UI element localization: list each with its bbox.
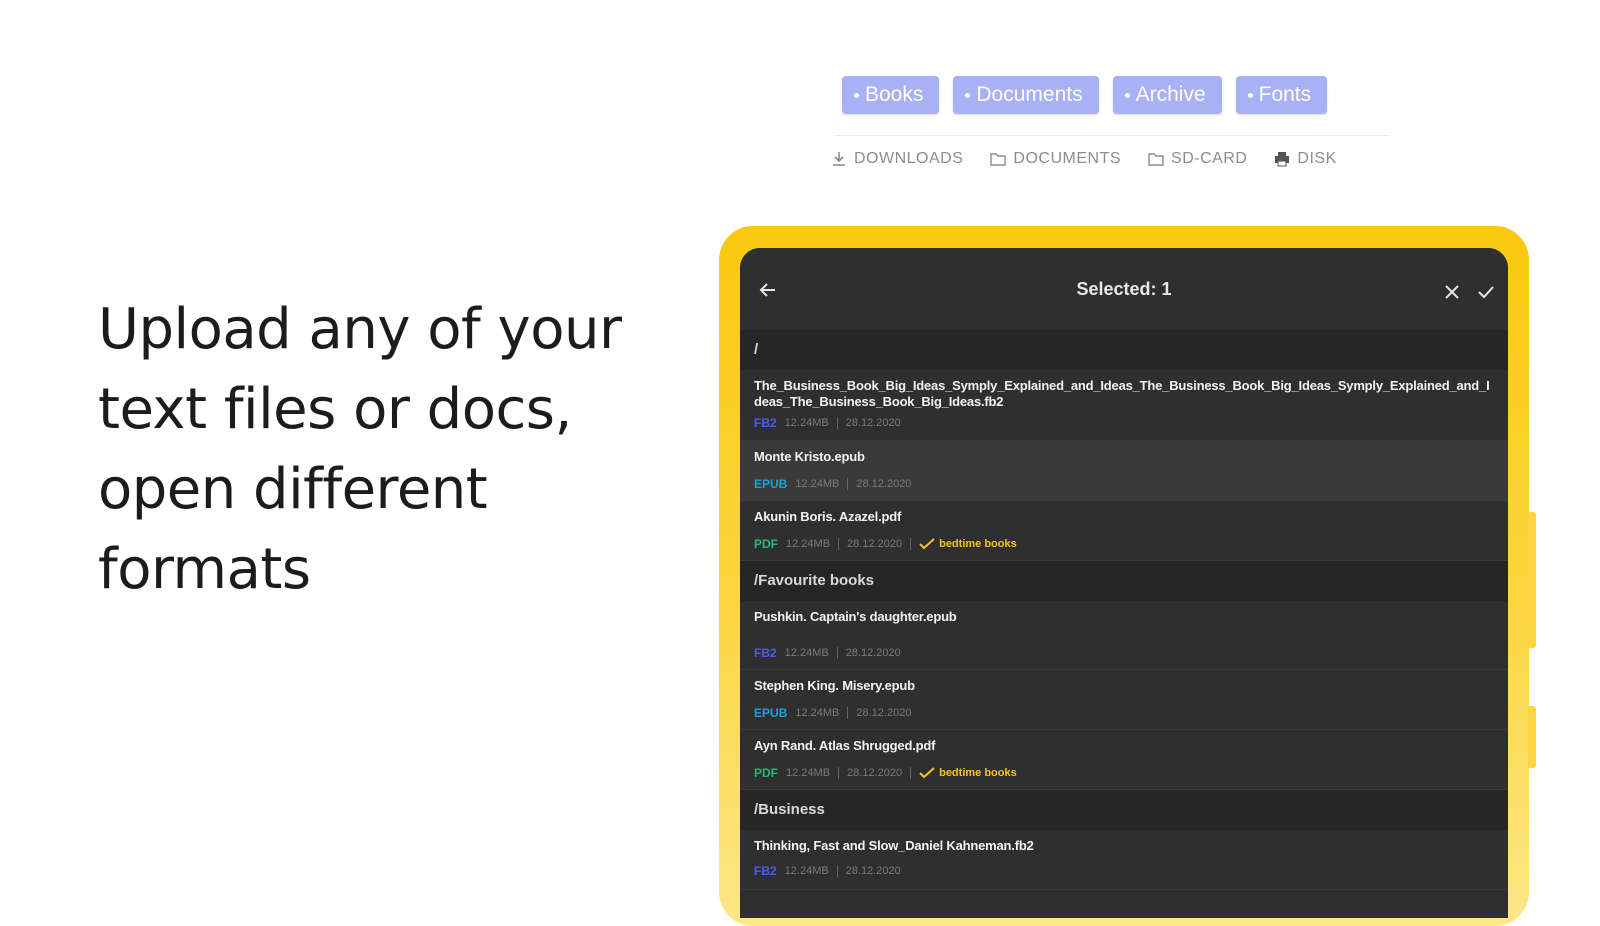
format-label: PDF [754,766,778,780]
meta-divider [847,478,849,490]
location-documents[interactable]: DOCUMENTS [989,150,1121,168]
format-label: FB2 [754,416,777,430]
location-label: DISK [1297,150,1337,167]
chip-label: Books [865,83,924,106]
file-row[interactable]: Akunin Boris. Azazel.pdf PDF 12.24MB 28.… [740,501,1508,561]
dot-icon [1247,92,1253,98]
format-label: FB2 [754,864,777,878]
file-size: 12.24MB [795,707,840,719]
file-date: 28.12.2020 [845,417,901,429]
file-meta: PDF 12.24MB 28.12.2020 bedtime books [754,766,1494,780]
badge-label: bedtime books [939,767,1017,779]
checkmark-icon [919,538,935,550]
file-size: 12.24MB [784,417,829,429]
file-name: Akunin Boris. Azazel.pdf [754,509,902,524]
file-date: 28.12.2020 [845,647,901,659]
file-size: 12.24MB [786,767,831,779]
meta-divider [836,417,838,429]
app-bar: Selected: 1 [740,248,1508,330]
file-meta: FB2 12.24MB 28.12.2020 [754,416,1494,430]
meta-divider [847,707,849,719]
chip-books[interactable]: Books [842,76,940,114]
chip-label: Archive [1135,83,1206,106]
headline-line: formats [98,537,311,602]
chip-documents[interactable]: Documents [953,76,1099,114]
file-meta: FB2 12.24MB 28.12.2020 [754,646,1494,660]
file-meta: EPUB 12.24MB 28.12.2020 [754,477,1494,491]
file-size: 12.24MB [786,538,831,550]
collection-badge: bedtime books [919,767,1017,779]
storage-locations: DOWNLOADS DOCUMENTS SD-CARD DISK [830,150,1337,168]
file-meta: FB2 12.24MB 28.12.2020 [754,864,1494,878]
file-name: Thinking, Fast and Slow_Daniel Kahneman.… [754,838,1034,853]
file-row[interactable]: Ayn Rand. Atlas Shrugged.pdf PDF 12.24MB… [740,730,1508,790]
location-label: SD-CARD [1171,150,1248,167]
checkmark-icon [919,767,935,779]
file-date: 28.12.2020 [845,865,901,877]
file-row[interactable]: Stephen King. Misery.epub EPUB 12.24MB 2… [740,670,1508,730]
location-label: DOWNLOADS [854,150,964,167]
folder-icon [990,153,1007,166]
file-name: Stephen King. Misery.epub [754,678,915,693]
close-icon[interactable] [1444,284,1460,300]
file-row[interactable]: Thinking, Fast and Slow_Daniel Kahneman.… [740,830,1508,890]
file-size: 12.24MB [784,647,829,659]
format-label: FB2 [754,646,777,660]
format-label: EPUB [754,477,788,491]
file-meta: PDF 12.24MB 28.12.2020 bedtime books [754,537,1494,551]
chip-fonts[interactable]: Fonts [1235,76,1328,114]
meta-divider [910,767,912,779]
file-row[interactable]: Pushkin. Captain's daughter.epub FB2 12.… [740,601,1508,670]
meta-divider [836,647,838,659]
file-name: Pushkin. Captain's daughter.epub [754,609,957,624]
promo-headline: Upload any of your text files or docs, o… [98,290,658,610]
divider [834,135,1390,136]
file-name: The_Business_Book_Big_Ideas_Symply_Expla… [754,378,1490,409]
tablet-side-button [1528,706,1536,768]
file-date: 28.12.2020 [856,478,912,490]
format-label: EPUB [754,706,788,720]
file-name: Monte Kristo.epub [754,449,865,464]
app-screen: Selected: 1 / The_Business_Book_Big_Idea… [740,248,1508,918]
download-icon [833,152,845,166]
folder-icon [1148,153,1164,166]
file-date: 28.12.2020 [847,767,903,779]
category-chips: Books Documents Archive Fonts [842,76,1328,114]
chip-label: Fonts [1258,83,1312,106]
section-path: /Favourite books [740,561,1508,601]
file-date: 28.12.2020 [856,707,912,719]
dot-icon [854,92,859,98]
meta-divider [838,538,840,550]
printer-icon [1275,152,1290,167]
file-size: 12.24MB [795,478,840,490]
location-sd-card[interactable]: SD-CARD [1147,150,1247,168]
format-label: PDF [754,537,778,551]
location-label: DOCUMENTS [1013,150,1122,167]
file-row-selected[interactable]: Monte Kristo.epub EPUB 12.24MB 28.12.202… [740,441,1508,501]
check-icon[interactable] [1476,282,1496,302]
dot-icon [1124,92,1130,98]
chip-label: Documents [976,83,1083,106]
file-meta: EPUB 12.24MB 28.12.2020 [754,706,1494,720]
section-path: /Business [740,790,1508,830]
section-path: / [740,330,1508,370]
file-size: 12.24MB [784,865,829,877]
file-date: 28.12.2020 [847,538,903,550]
meta-divider [838,767,840,779]
meta-divider [836,865,838,877]
badge-label: bedtime books [939,538,1017,550]
chip-archive[interactable]: Archive [1112,76,1222,114]
collection-badge: bedtime books [919,538,1017,550]
file-name: Ayn Rand. Atlas Shrugged.pdf [754,738,936,753]
tablet-side-button [1528,512,1536,648]
file-row[interactable]: The_Business_Book_Big_Ideas_Symply_Expla… [740,370,1508,441]
headline-line: Upload any of your [98,297,622,362]
dot-icon [965,92,971,98]
selection-title: Selected: 1 [1076,279,1172,299]
location-disk[interactable]: DISK [1273,150,1336,168]
headline-line: text files or docs, [98,377,572,442]
location-downloads[interactable]: DOWNLOADS [830,150,963,168]
headline-line: open different [98,457,488,522]
meta-divider [910,538,912,550]
